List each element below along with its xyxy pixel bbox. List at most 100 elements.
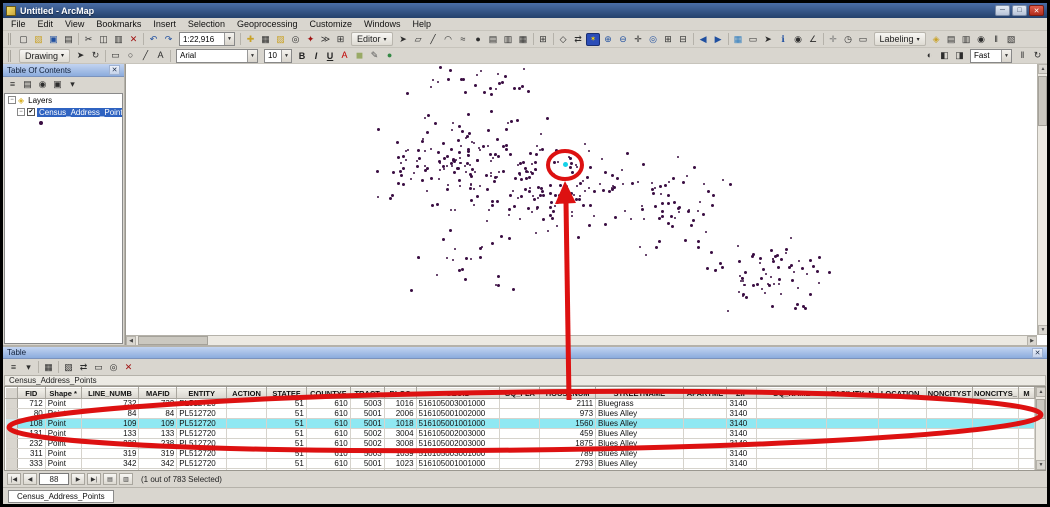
cell[interactable]: 3004 [384, 429, 416, 439]
cell[interactable] [973, 449, 1019, 459]
cell[interactable] [757, 439, 827, 449]
font-size-combo[interactable]: 10 ▼ [264, 49, 292, 63]
table-row[interactable]: 311Point319319PL512720516105003103951610… [6, 449, 1035, 459]
last-record-button[interactable]: ▶| [87, 473, 101, 485]
clear-selected-features-icon[interactable]: ▭ [746, 33, 760, 46]
cell[interactable]: 610 [306, 429, 350, 439]
column-header-statef[interactable]: STATEF [266, 388, 306, 399]
search-window-icon[interactable]: ◎ [289, 33, 303, 46]
cell[interactable]: 2793 [540, 459, 596, 469]
tab-census-address-points[interactable]: Census_Address_Points [8, 490, 114, 503]
cell[interactable] [1018, 469, 1034, 472]
cell[interactable] [826, 429, 878, 439]
cell[interactable]: 592 [81, 469, 139, 472]
attributes-window-icon[interactable]: ▤ [486, 33, 500, 46]
cell[interactable] [227, 429, 267, 439]
cell[interactable] [757, 449, 827, 459]
arctoolbox-icon[interactable]: ✦ [304, 33, 318, 46]
italic-button[interactable]: I [310, 49, 323, 62]
cell[interactable]: 3140 [727, 429, 757, 439]
back-extent-icon[interactable]: ◀ [696, 33, 710, 46]
related-tables-icon[interactable]: ▦ [42, 361, 56, 374]
cell[interactable] [878, 439, 926, 449]
cell[interactable] [1018, 409, 1034, 419]
cell[interactable] [826, 459, 878, 469]
cell[interactable] [973, 439, 1019, 449]
cell[interactable]: 5003 [350, 399, 384, 409]
layers-label[interactable]: Layers [26, 96, 54, 105]
pause-labeling-icon[interactable]: ‖ [989, 33, 1003, 46]
arc-segment-icon[interactable]: ◠ [441, 33, 455, 46]
cell[interactable]: 2006 [384, 409, 416, 419]
tree-item-census-address-points[interactable]: − ✔ Census_Address_Points [5, 106, 122, 118]
column-header-geoid[interactable]: GEOID [416, 388, 500, 399]
cell[interactable]: 342 [139, 459, 177, 469]
fixed-zoom-out-icon[interactable]: ⊟ [676, 33, 690, 46]
cell[interactable] [826, 409, 878, 419]
cell[interactable] [500, 399, 540, 409]
cell[interactable]: 5002 [350, 469, 384, 472]
cell[interactable] [878, 399, 926, 409]
cell[interactable] [1018, 419, 1034, 429]
point-tool-icon[interactable]: ● [471, 33, 485, 46]
delete-icon[interactable]: ✕ [127, 33, 141, 46]
cell[interactable]: 51 [266, 429, 306, 439]
cell[interactable]: 319 [139, 449, 177, 459]
cell[interactable]: 5001 [350, 409, 384, 419]
cell[interactable]: 610 [306, 439, 350, 449]
row-selector[interactable] [6, 429, 18, 439]
table-row[interactable]: 333Point342342PL512720516105001102351610… [6, 459, 1035, 469]
close-button[interactable]: ✕ [1029, 5, 1044, 16]
cell[interactable]: PL512720 [177, 469, 227, 472]
speed-combo[interactable]: Fast ▼ [970, 49, 1012, 63]
cell[interactable] [926, 459, 972, 469]
cell[interactable]: 84 [81, 409, 139, 419]
cell[interactable]: Bluegrass [596, 399, 683, 409]
table-options-icon[interactable]: ≡ [7, 361, 21, 374]
cell[interactable] [973, 459, 1019, 469]
table-row[interactable]: 108Point109109PL512720516105001101851610… [6, 419, 1035, 429]
cell[interactable]: 516105002003000 [416, 429, 500, 439]
cell[interactable] [973, 469, 1019, 472]
column-header-shape[interactable]: Shape * [45, 388, 81, 399]
cell[interactable] [227, 459, 267, 469]
cell[interactable]: PL512720 [177, 439, 227, 449]
cell[interactable]: 4014 [384, 469, 416, 472]
cell[interactable] [500, 459, 540, 469]
cell[interactable] [973, 399, 1019, 409]
font-family-combo[interactable]: Arial ▼ [176, 49, 258, 63]
cell[interactable]: 3140 [727, 399, 757, 409]
cell[interactable] [683, 469, 727, 472]
map-horizontal-scrollbar[interactable]: ◀ ▶ [126, 335, 1037, 345]
cell[interactable] [227, 399, 267, 409]
cell[interactable]: 84 [139, 409, 177, 419]
scrollbar-thumb[interactable] [138, 336, 208, 345]
cell[interactable] [1018, 439, 1034, 449]
cell[interactable] [926, 439, 972, 449]
cell[interactable]: 131 [17, 429, 45, 439]
scroll-up-icon[interactable]: ▲ [1038, 64, 1047, 74]
cell[interactable]: 973 [540, 409, 596, 419]
cell[interactable]: 1875 [540, 439, 596, 449]
cell[interactable]: 51 [266, 469, 306, 472]
cell[interactable]: Blues Alley [596, 469, 683, 472]
cell[interactable]: Blues Alley [596, 429, 683, 439]
collapse-icon[interactable]: − [8, 96, 16, 104]
cell[interactable]: 3140 [727, 409, 757, 419]
viewer-window-icon[interactable]: ▭ [856, 33, 870, 46]
cell[interactable]: PL512720 [177, 409, 227, 419]
column-header-facility-n[interactable]: FACILITY_N [826, 388, 878, 399]
cell[interactable]: Point [45, 449, 81, 459]
cell[interactable]: 333 [17, 459, 45, 469]
straight-segment-icon[interactable]: ╱ [426, 33, 440, 46]
column-header-location[interactable]: LOCATION_ [878, 388, 926, 399]
go-to-xy-icon[interactable]: ✛ [826, 33, 840, 46]
edit-tool-icon[interactable]: ➤ [396, 33, 410, 46]
cell[interactable] [1018, 459, 1034, 469]
tree-item-layers[interactable]: − ◈ Layers [5, 94, 122, 106]
current-record-input[interactable]: 88 [39, 473, 69, 485]
cell[interactable]: 610 [306, 469, 350, 472]
menu-bookmarks[interactable]: Bookmarks [90, 19, 147, 29]
cell[interactable] [826, 419, 878, 429]
cell[interactable]: 51 [266, 459, 306, 469]
